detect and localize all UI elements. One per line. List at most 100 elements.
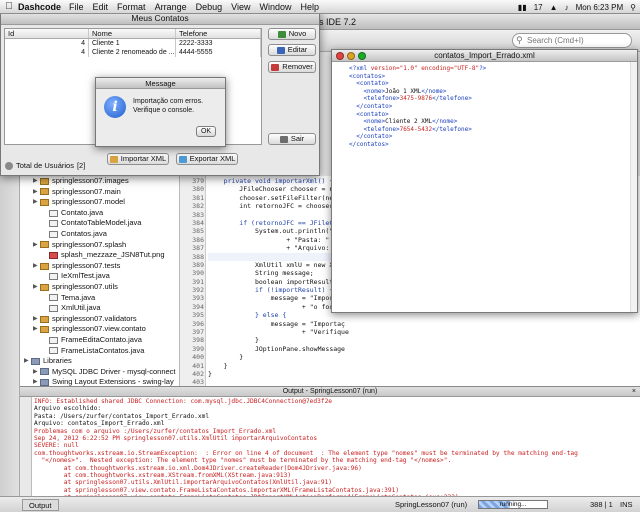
run-progress-bar[interactable]: running... xyxy=(478,500,548,509)
novo-button[interactable]: Novo xyxy=(268,28,316,40)
tree-item-label: splash_mezzaze_JSN8Tut.png xyxy=(61,250,165,260)
apple-menu-icon[interactable]:  xyxy=(0,1,18,12)
line-number: 381 xyxy=(192,193,204,202)
menu-debug[interactable]: Debug xyxy=(196,2,223,12)
xml-line: <nome>Cliente 2 XML</nome> xyxy=(349,118,637,126)
zoom-window-icon[interactable] xyxy=(358,52,366,60)
tree-item[interactable]: XmlUtil.java xyxy=(20,303,179,314)
expand-toggle-icon[interactable]: ▶ xyxy=(33,324,40,335)
output-side-toolbar[interactable] xyxy=(20,397,32,497)
column-header-telefone[interactable]: Telefone xyxy=(176,29,261,38)
minimize-window-icon[interactable] xyxy=(347,52,355,60)
close-icon[interactable]: × xyxy=(632,387,636,397)
tree-item[interactable]: ▶ MySQL JDBC Driver - mysql-connect xyxy=(20,367,179,378)
exit-icon xyxy=(279,135,288,143)
tree-item-label: FrameListaContatos.java xyxy=(61,345,145,355)
table-row[interactable]: 4 Cliente 1 2222-3333 xyxy=(5,39,261,48)
line-number: 391 xyxy=(192,277,204,286)
menu-file[interactable]: File xyxy=(69,2,84,12)
sair-button[interactable]: Sair xyxy=(268,133,316,145)
caret-position: 388 | 1 xyxy=(590,500,613,509)
xml-line: <contato> xyxy=(349,111,637,119)
menu-format[interactable]: Format xyxy=(117,2,146,12)
line-number: 393 xyxy=(192,294,204,303)
tree-item[interactable]: ▶ springlesson07.tests xyxy=(20,261,179,272)
contacts-window-title: Meus Contatos xyxy=(131,13,189,23)
xml-window-titlebar[interactable]: contatos_Import_Errado.xml xyxy=(332,50,637,62)
code-text: message = "Importa xyxy=(208,294,342,303)
expand-toggle-icon[interactable]: ▶ xyxy=(33,240,40,251)
xml-content[interactable]: <?xml version="1.0" encoding="UTF-8"?> <c… xyxy=(332,62,637,149)
column-header-id[interactable]: Id xyxy=(5,29,89,38)
user-icon xyxy=(5,161,13,170)
table-row[interactable]: 4 Cliente 2 renomeado de ... 4444-5555 xyxy=(5,48,261,57)
menu-window[interactable]: Window xyxy=(259,2,291,12)
tree-item[interactable]: FrameEditaContato.java xyxy=(20,335,179,346)
expand-toggle-icon[interactable]: ▶ xyxy=(33,176,40,187)
tree-item[interactable]: IeXmlTest.java xyxy=(20,271,179,282)
exportar-xml-button[interactable]: Exportar XML xyxy=(176,153,238,165)
output-tab[interactable]: Output xyxy=(22,499,59,511)
tree-item[interactable]: splash_mezzaze_JSN8Tut.png xyxy=(20,250,179,261)
message-dialog-title[interactable]: Message xyxy=(96,78,225,89)
tree-item[interactable]: Contatos.java xyxy=(20,229,179,240)
tree-item[interactable]: FrameListaContatos.java xyxy=(20,346,179,357)
expand-toggle-icon[interactable]: ▶ xyxy=(33,377,40,386)
menu-arrange[interactable]: Arrange xyxy=(155,2,187,12)
spotlight-search-icon[interactable]: ⚲ xyxy=(630,3,636,12)
tree-item[interactable]: ▶ springlesson07.model xyxy=(20,197,179,208)
editar-button[interactable]: Editar xyxy=(268,44,316,56)
menu-view[interactable]: View xyxy=(231,2,250,12)
clock[interactable]: Mon 6:23 PM xyxy=(576,3,624,12)
line-number: 399 xyxy=(192,344,204,353)
message-dialog: Message i Importação com erros. Verifiqu… xyxy=(95,77,226,147)
xml-line: </contato> xyxy=(349,103,637,111)
xml-scrollbar[interactable] xyxy=(630,62,637,312)
search-icon: ⚲ xyxy=(516,35,523,45)
menubar-app-name[interactable]: Dashcode xyxy=(18,2,61,12)
tree-item[interactable]: Contato.java xyxy=(20,208,179,219)
wifi-icon[interactable]: ▲ xyxy=(550,3,558,12)
output-console[interactable]: INFO: Established shared JDBC Connection… xyxy=(34,398,640,496)
remover-button[interactable]: Remover xyxy=(268,61,316,73)
battery-icon[interactable]: ▮▮ xyxy=(518,3,527,12)
expand-toggle-icon[interactable]: ▶ xyxy=(33,197,40,208)
add-icon xyxy=(277,30,286,38)
export-icon xyxy=(178,155,187,163)
expand-toggle-icon[interactable]: ▶ xyxy=(33,187,40,198)
importar-xml-button[interactable]: Importar XML xyxy=(107,153,169,165)
expand-toggle-icon[interactable]: ▶ xyxy=(33,367,40,378)
xml-line: <telefone>3475-9876</telefone> xyxy=(349,95,637,103)
close-window-icon[interactable] xyxy=(336,52,344,60)
code-text: chooser.setFileFilter(new F xyxy=(208,193,345,202)
tree-item[interactable]: ▶ Swing Layout Extensions - swing-lay xyxy=(20,377,179,386)
tree-item[interactable]: ▶ springlesson07.images xyxy=(20,176,179,187)
tree-item[interactable]: ▶ springlesson07.utils xyxy=(20,282,179,293)
tree-item[interactable]: ▶ springlesson07.splash xyxy=(20,240,179,251)
xml-line: <telefone>7654-5432</telefone> xyxy=(349,126,637,134)
tree-item[interactable]: ▶ springlesson07.view.contato xyxy=(20,324,179,335)
tree-item[interactable]: Tema.java xyxy=(20,293,179,304)
ok-button[interactable]: OK xyxy=(196,126,216,137)
tree-item[interactable]: ▶ Libraries xyxy=(20,356,179,367)
tree-item-label: springlesson07.splash xyxy=(52,239,127,249)
expand-toggle-icon[interactable]: ▶ xyxy=(24,356,31,367)
tree-item[interactable]: ▶ springlesson07.validators xyxy=(20,314,179,325)
ide-search-input[interactable]: ⚲ Search (Cmd+I) xyxy=(512,33,632,48)
output-title: Output - SpringLesson07 (run) × xyxy=(20,387,640,397)
xml-token: </nome> xyxy=(421,87,447,95)
menu-help[interactable]: Help xyxy=(301,2,320,12)
line-number: 398 xyxy=(192,336,204,345)
menu-edit[interactable]: Edit xyxy=(93,2,109,12)
tray-badge-count[interactable]: 17 xyxy=(534,3,543,12)
column-header-nome[interactable]: Nome xyxy=(89,29,176,38)
tree-item[interactable]: ContatoTableModel.java xyxy=(20,218,179,229)
library-icon xyxy=(40,368,49,376)
tree-item[interactable]: ▶ springlesson07.main xyxy=(20,187,179,198)
expand-toggle-icon[interactable]: ▶ xyxy=(33,314,40,325)
expand-toggle-icon[interactable]: ▶ xyxy=(33,261,40,272)
expand-toggle-icon[interactable]: ▶ xyxy=(33,282,40,293)
console-line: at com.thoughtworks.xstream.XStream.from… xyxy=(34,471,292,479)
sair-label: Sair xyxy=(290,134,305,143)
volume-icon[interactable]: ♪ xyxy=(565,3,569,12)
